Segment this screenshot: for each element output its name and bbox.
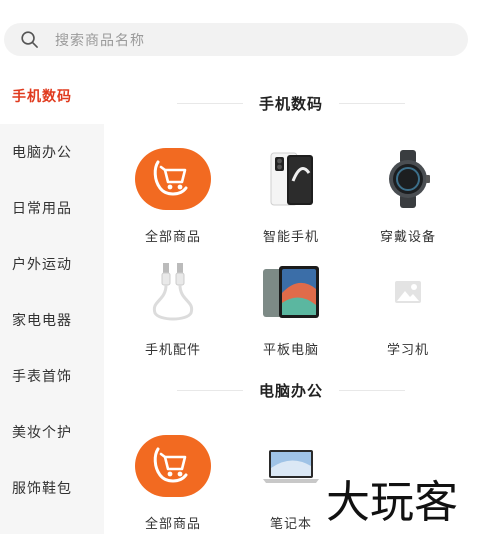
search-icon <box>21 31 38 48</box>
section-title-text: 手机数码 <box>258 94 323 113</box>
sidebar-item-daily-goods[interactable]: 日常用品 <box>0 180 104 236</box>
cell-label: 全部商品 <box>144 517 201 532</box>
category-cell-all-products-computers[interactable]: 全部商品 <box>123 435 223 534</box>
category-cell-phone-accessories[interactable]: 手机配件 <box>123 261 223 361</box>
section-title-text: 电脑办公 <box>258 381 323 400</box>
shopping-cart-icon <box>135 435 211 497</box>
cell-label: 手机配件 <box>144 343 201 358</box>
sidebar-item-phones[interactable]: 手机数码 <box>0 68 104 124</box>
section-title-computers: 电脑办公 <box>104 378 478 402</box>
category-page: 搜索商品名称 手机数码 电脑办公 日常用品 户外运动 家电电器 手表首饰 美妆个… <box>0 0 478 534</box>
category-cell-wearables[interactable]: 穿戴设备 <box>358 148 458 248</box>
cell-label: 智能手机 <box>262 230 319 245</box>
cell-label: 学习机 <box>386 343 429 358</box>
sidebar-item-computers[interactable]: 电脑办公 <box>0 124 104 180</box>
search-placeholder: 搜索商品名称 <box>55 32 145 49</box>
divider <box>339 102 405 104</box>
sidebar-item-outdoor[interactable]: 户外运动 <box>0 236 104 292</box>
sidebar-item-watches-jewelry[interactable]: 手表首饰 <box>0 348 104 404</box>
watermark-logo: 大玩客 <box>326 478 458 526</box>
cell-label: 穿戴设备 <box>379 230 436 245</box>
usb-cable-image <box>133 261 213 323</box>
sidebar-item-appliances[interactable]: 家电电器 <box>0 292 104 348</box>
cell-label: 全部商品 <box>144 230 201 245</box>
sidebar-item-apparel[interactable]: 服饰鞋包 <box>0 460 104 516</box>
divider <box>176 389 243 391</box>
category-cell-smartphones[interactable]: 智能手机 <box>241 148 341 248</box>
divider <box>339 389 405 391</box>
category-cell-all-products[interactable]: 全部商品 <box>123 148 223 248</box>
category-content: 手机数码 全部商品 智能手机 穿戴设备 手机配件 平板电脑 学习机 电脑办公 全… <box>104 68 478 534</box>
tablet-image <box>251 261 331 323</box>
category-sidebar: 手机数码 电脑办公 日常用品 户外运动 家电电器 手表首饰 美妆个护 服饰鞋包 <box>0 68 104 534</box>
divider <box>176 102 243 104</box>
cell-label: 笔记本 <box>269 517 312 532</box>
category-cell-tablets[interactable]: 平板电脑 <box>241 261 341 361</box>
shopping-cart-icon <box>135 148 211 210</box>
svg-text:大玩客: 大玩客 <box>326 478 458 526</box>
smartphone-image <box>251 148 331 210</box>
image-placeholder-icon <box>368 261 448 323</box>
sidebar-item-beauty[interactable]: 美妆个护 <box>0 404 104 460</box>
category-cell-learning-device[interactable]: 学习机 <box>358 261 458 361</box>
smartwatch-image <box>368 148 448 210</box>
section-title-phones: 手机数码 <box>104 91 478 115</box>
thumb <box>133 148 213 210</box>
laptop-image <box>251 435 331 497</box>
thumb <box>133 435 213 497</box>
cell-label: 平板电脑 <box>262 343 319 358</box>
search-bar[interactable]: 搜索商品名称 <box>4 23 468 56</box>
